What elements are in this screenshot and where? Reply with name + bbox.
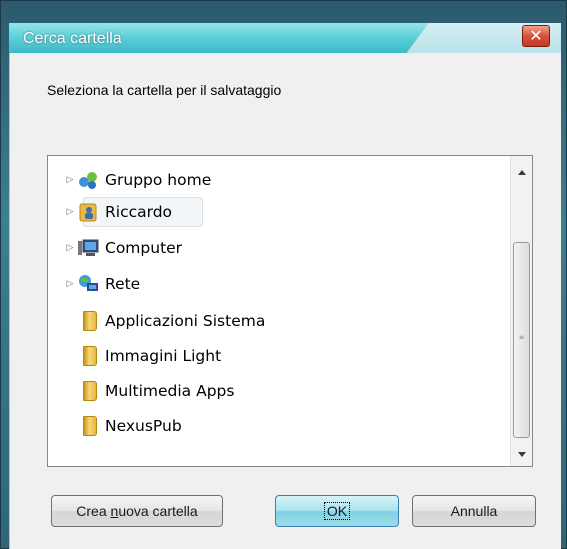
scroll-up-arrow-icon[interactable] xyxy=(518,170,526,175)
tree-item-label: Riccardo xyxy=(105,203,173,221)
scrollbar-thumb[interactable]: ≡ xyxy=(513,242,530,438)
tree-item-multimedia-apps[interactable]: Multimedia Apps xyxy=(77,376,234,406)
expand-arrow-icon[interactable]: ▷ xyxy=(63,175,77,185)
folder-icon xyxy=(83,311,97,331)
folder-browser-dialog: Cerca cartella ✕ Seleziona la cartella p… xyxy=(0,0,567,549)
user-folder-icon xyxy=(77,201,99,223)
tree-item-immagini-light[interactable]: Immagini Light xyxy=(77,341,221,371)
tree-item-riccardo[interactable]: ▷ Riccardo xyxy=(63,197,172,227)
tree-item-gruppo-home[interactable]: ▷ Gruppo home xyxy=(63,165,211,195)
new-folder-label-prefix: Crea xyxy=(76,503,111,519)
window-title: Cerca cartella xyxy=(23,30,122,47)
folder-icon xyxy=(83,381,97,401)
expand-arrow-icon[interactable]: ▷ xyxy=(63,243,77,253)
ok-label: OK xyxy=(323,502,351,520)
expand-arrow-icon[interactable]: ▷ xyxy=(63,279,77,289)
tree-item-label: Rete xyxy=(105,275,141,293)
tree-item-label: NexusPub xyxy=(105,417,182,435)
close-button[interactable]: ✕ xyxy=(522,25,550,47)
folder-icon xyxy=(83,346,97,366)
computer-icon xyxy=(77,237,99,259)
cancel-label: Annulla xyxy=(450,503,498,519)
tree-item-rete[interactable]: ▷ Rete xyxy=(63,269,140,299)
cancel-button[interactable]: Annulla xyxy=(412,495,536,527)
grip-icon: ≡ xyxy=(519,334,525,341)
new-folder-access-key: n xyxy=(110,503,119,519)
homegroup-icon xyxy=(77,169,99,191)
tree-item-label: Computer xyxy=(105,239,183,257)
tree-item-nexuspub[interactable]: NexusPub xyxy=(77,411,182,441)
tree-item-label: Applicazioni Sistema xyxy=(105,312,266,330)
tree-item-label: Multimedia Apps xyxy=(105,382,235,400)
vertical-scrollbar[interactable]: ≡ xyxy=(510,156,532,466)
instruction-text: Seleziona la cartella per il salvataggio xyxy=(47,82,282,98)
new-folder-button[interactable]: Crea n uova cartella xyxy=(51,495,223,527)
tree-item-applicazioni-sistema[interactable]: Applicazioni Sistema xyxy=(77,306,265,336)
network-icon xyxy=(77,273,99,295)
tree-item-label: Gruppo home xyxy=(105,171,212,189)
expand-arrow-icon[interactable]: ▷ xyxy=(63,207,77,217)
new-folder-label-rest: uova cartella xyxy=(118,503,198,519)
scroll-down-arrow-icon[interactable] xyxy=(518,452,526,457)
ok-button[interactable]: OK xyxy=(275,495,399,527)
tree-item-label: Immagini Light xyxy=(105,347,222,365)
tree-item-computer[interactable]: ▷ Computer xyxy=(63,233,183,263)
folder-icon xyxy=(83,416,97,436)
